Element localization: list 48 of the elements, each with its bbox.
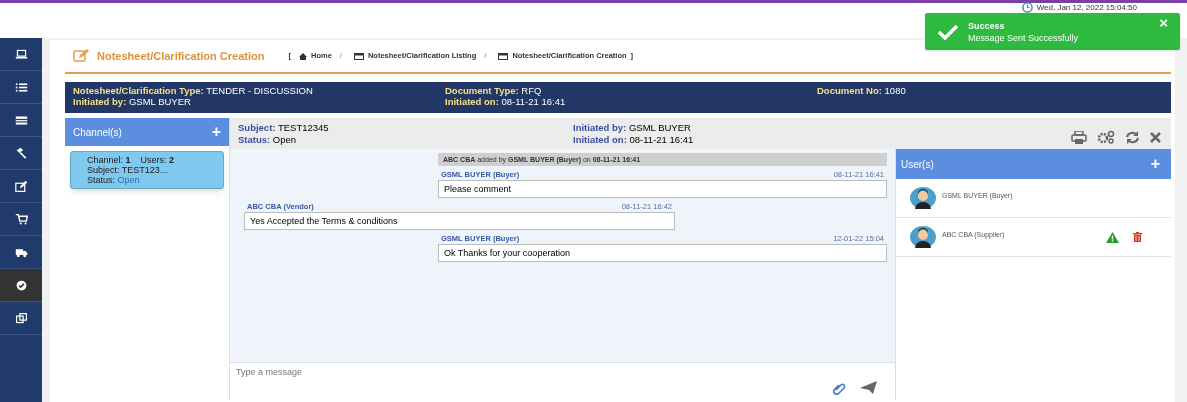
date-time: Wed, Jan 12, 2022 15:04:50 [1036,3,1137,12]
check-circle-icon [14,278,28,292]
panel-title: Channel(s) [73,125,122,140]
window-icon [353,52,364,60]
channel-subject: Subject: TEST123... [87,165,169,175]
page-title: Notesheet/Clarification Creation [97,48,265,64]
toast-title: Success [968,19,1006,32]
sidebar-item[interactable] [0,269,42,302]
message-bubble: Please comment [438,180,887,198]
panel-title: User(s) [901,157,934,172]
subject-text: Subject: TEST12345 [238,121,330,134]
channel-status: Status: Open [87,175,141,185]
trash-icon[interactable] [1133,232,1142,242]
print-icon[interactable] [1071,130,1087,144]
info-field: Document No: 1080 [817,85,1163,96]
message-input[interactable]: Type a message [236,367,536,379]
avatar-icon [910,226,936,248]
window-icon [498,52,509,60]
settings-icon[interactable] [1097,130,1115,144]
refresh-icon[interactable] [1125,130,1140,144]
avatar-icon [910,187,936,209]
gavel-icon [14,146,28,160]
clock-icon [1021,2,1033,13]
copy-icon [14,311,28,325]
info-field: Initiated by: GSML BUYER [73,96,445,107]
paperclip-icon[interactable] [832,380,846,395]
send-icon[interactable] [860,381,877,394]
close-icon[interactable] [1150,131,1161,143]
check-icon [937,23,959,40]
channel-card[interactable]: Channel: 1 Users: 2 Subject: TEST123... Status: Open [70,151,224,189]
cart-icon [14,212,28,226]
initiated-on-text: Initiated on: 08-11-21 16:41 [573,133,694,146]
info-field: Initiated on: 08-11-21 16:41 [445,96,817,107]
info-field: Document Type: RFQ [445,85,817,96]
edit-icon [73,49,89,63]
info-field: Notesheet/Clarification Type: TENDER - DISCUSSION [73,85,445,96]
initiated-by-text: Initiated by: GSML BUYER [573,121,692,134]
edit-icon [14,179,28,193]
toast-message: Message Sent Successfully [968,31,1079,44]
laptop-icon [14,47,28,61]
list-icon [14,80,28,94]
message-bubble: Yes Accepted the Terms & conditions [244,212,675,230]
home-icon [299,52,307,60]
message-bubble: Ok Thanks for your cooperation [438,244,887,262]
channel-info: Channel: 1 Users: 2 [87,155,176,165]
warning-icon[interactable] [1106,231,1119,243]
table-icon [14,113,28,127]
status-text: Status: Open [238,133,298,146]
